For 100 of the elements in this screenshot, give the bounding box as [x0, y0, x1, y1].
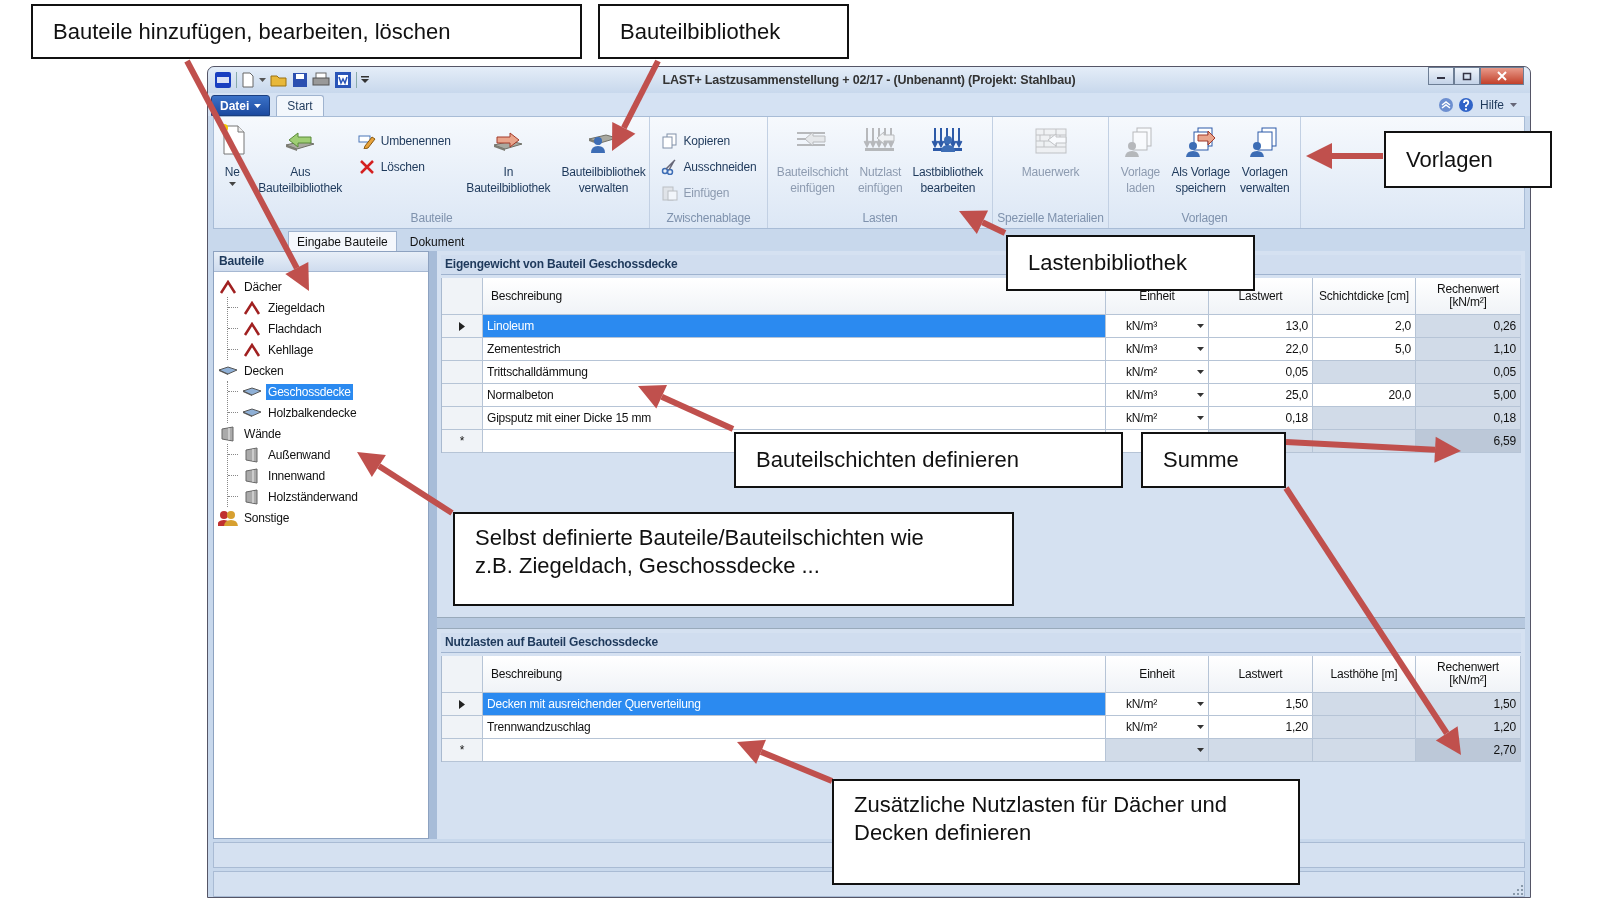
maximize-button[interactable] — [1454, 67, 1480, 85]
document-icon[interactable] — [334, 71, 352, 89]
close-icon — [1496, 71, 1508, 81]
tree-item[interactable]: Decken — [242, 362, 286, 379]
unit-dropdown[interactable]: kN/m² — [1106, 716, 1209, 739]
dropdown-caret-icon[interactable] — [1197, 347, 1204, 351]
unit-dropdown[interactable]: kN/m³ — [1106, 315, 1209, 338]
callout: Bauteilbibliothek — [598, 4, 849, 59]
ribbon-button[interactable]: Ne — [218, 120, 247, 188]
callout: Vorlagen — [1384, 131, 1552, 188]
help-menu-button[interactable]: Hilfe — [1478, 97, 1519, 112]
total-cell: 2,70 — [1416, 739, 1521, 762]
ribbon-button[interactable]: In Bauteilbibliothek — [466, 120, 550, 198]
ribbon-button[interactable]: Kopieren — [656, 128, 761, 154]
row-header — [442, 384, 483, 407]
dropdown-caret-icon[interactable] — [1197, 725, 1204, 729]
dropdown-caret-icon[interactable] — [1197, 393, 1204, 397]
tree-item[interactable]: Außenwand — [266, 446, 333, 463]
wall-icon — [243, 488, 261, 505]
table-cell: 2,0 — [1313, 315, 1416, 338]
tree-item[interactable]: Holzbalkendecke — [266, 404, 359, 421]
ribbon-button[interactable]: Aus Bauteilbibliothek — [258, 120, 342, 198]
unit-dropdown[interactable]: kN/m² — [1106, 407, 1209, 430]
view-tab[interactable]: Dokument — [400, 231, 474, 251]
ribbon-button[interactable]: Vorlagen verwalten — [1235, 120, 1294, 198]
column-header: Einheit — [1106, 656, 1209, 693]
slab-icon — [242, 385, 262, 398]
table-cell: 0,18 — [1416, 407, 1521, 430]
minimize-button[interactable] — [1428, 67, 1454, 85]
pencil-icon — [357, 133, 376, 149]
callout: Lastenbibliothek — [1006, 235, 1255, 291]
new-row-marker: * — [442, 430, 483, 453]
callout: Zusätzliche Nutzlasten für Dächer und Decken definieren — [832, 779, 1300, 885]
ribbon-button[interactable]: Umbenennen — [353, 128, 455, 154]
tree-item[interactable]: Ziegeldach — [266, 299, 327, 316]
tree-item[interactable]: Kehllage — [266, 341, 316, 358]
column-header: Rechenwert [kN/m²] — [1416, 656, 1521, 693]
dropdown-caret-icon[interactable] — [1197, 702, 1204, 706]
tree-item[interactable]: Flachdach — [266, 320, 324, 337]
caret-icon — [254, 103, 262, 108]
new-page-icon[interactable] — [241, 72, 255, 88]
wall-icon — [243, 446, 261, 463]
copy-icon — [660, 133, 679, 149]
roof-icon — [219, 279, 237, 294]
resize-grip-icon[interactable] — [1512, 884, 1524, 896]
close-button[interactable] — [1480, 67, 1524, 85]
table-cell: Normalbeton — [483, 384, 1106, 407]
table-cell: 1,50 — [1209, 693, 1313, 716]
table-cell: 5,00 — [1416, 384, 1521, 407]
table-cell: 1,10 — [1416, 338, 1521, 361]
table-cell: 1,50 — [1416, 693, 1521, 716]
column-header: Beschreibung — [483, 656, 1106, 693]
table-cell: Trittschalldämmung — [483, 361, 1106, 384]
ribbon-button[interactable]: Löschen — [353, 154, 455, 180]
wall-icon — [219, 425, 237, 442]
dropdown-caret-icon[interactable] — [1197, 748, 1204, 752]
unit-dropdown[interactable]: kN/m² — [1106, 693, 1209, 716]
column-header: Lastwert — [1209, 656, 1313, 693]
ribbon-button[interactable]: Lastbibliothek bearbeiten — [908, 120, 988, 198]
ribbon-button[interactable]: Als Vorlage speichern — [1167, 120, 1234, 198]
table-cell: Zementestrich — [483, 338, 1106, 361]
tree-item[interactable]: Dächer — [242, 278, 284, 295]
table-cell: 0,26 — [1416, 315, 1521, 338]
callout: Bauteilschichten definieren — [734, 432, 1123, 488]
roof-icon — [243, 300, 261, 315]
table-cell: Decken mit ausreichender Querverteilung — [483, 693, 1106, 716]
row-pointer-icon — [459, 699, 465, 709]
tree-item[interactable]: Wände — [242, 425, 284, 442]
tree-item[interactable]: Sonstige — [242, 509, 292, 526]
dropdown-caret-icon[interactable] — [1197, 416, 1204, 420]
table-cell: 0,18 — [1209, 407, 1313, 430]
table-cell: 20,0 — [1313, 384, 1416, 407]
callout: Summe — [1141, 432, 1286, 488]
dropdown-caret-icon[interactable] — [1197, 370, 1204, 374]
caret-icon[interactable] — [259, 78, 266, 82]
ribbon-tab[interactable]: Start — [276, 95, 324, 116]
tree-item[interactable]: Innenwand — [266, 467, 327, 484]
new-row-marker: * — [442, 739, 483, 762]
panel-title: Bauteile — [214, 252, 428, 272]
row-header — [442, 407, 483, 430]
printer-icon[interactable] — [312, 72, 330, 88]
tree-item[interactable]: Holzständerwand — [266, 488, 360, 505]
ribbon-button[interactable]: Ausschneiden — [656, 154, 761, 180]
tree-item[interactable]: Geschossdecke — [266, 383, 353, 400]
unit-dropdown[interactable]: kN/m³ — [1106, 338, 1209, 361]
save-icon[interactable] — [292, 72, 308, 88]
collapse-ribbon-icon[interactable] — [1438, 96, 1454, 113]
dropdown-caret-icon[interactable] — [1197, 324, 1204, 328]
unit-dropdown[interactable]: kN/m² — [1106, 361, 1209, 384]
callout: Bauteile hinzufügen, bearbeiten, löschen — [31, 4, 582, 59]
row-header — [442, 361, 483, 384]
customize-caret-icon[interactable] — [361, 76, 369, 84]
window-title: LAST+ Lastzusammenstellung + 02/17 - (Unbenannt) (Projekt: Stahlbau) — [662, 73, 1076, 87]
file-menu-button[interactable]: Datei — [211, 95, 271, 116]
unit-dropdown[interactable]: kN/m³ — [1106, 384, 1209, 407]
table-cell: 1,20 — [1209, 716, 1313, 739]
column-header: Schichtdicke [cm] — [1313, 278, 1416, 315]
table-cell: 13,0 — [1209, 315, 1313, 338]
help-icon[interactable] — [1458, 96, 1474, 113]
view-tab[interactable]: Eingabe Bauteile — [288, 231, 397, 251]
